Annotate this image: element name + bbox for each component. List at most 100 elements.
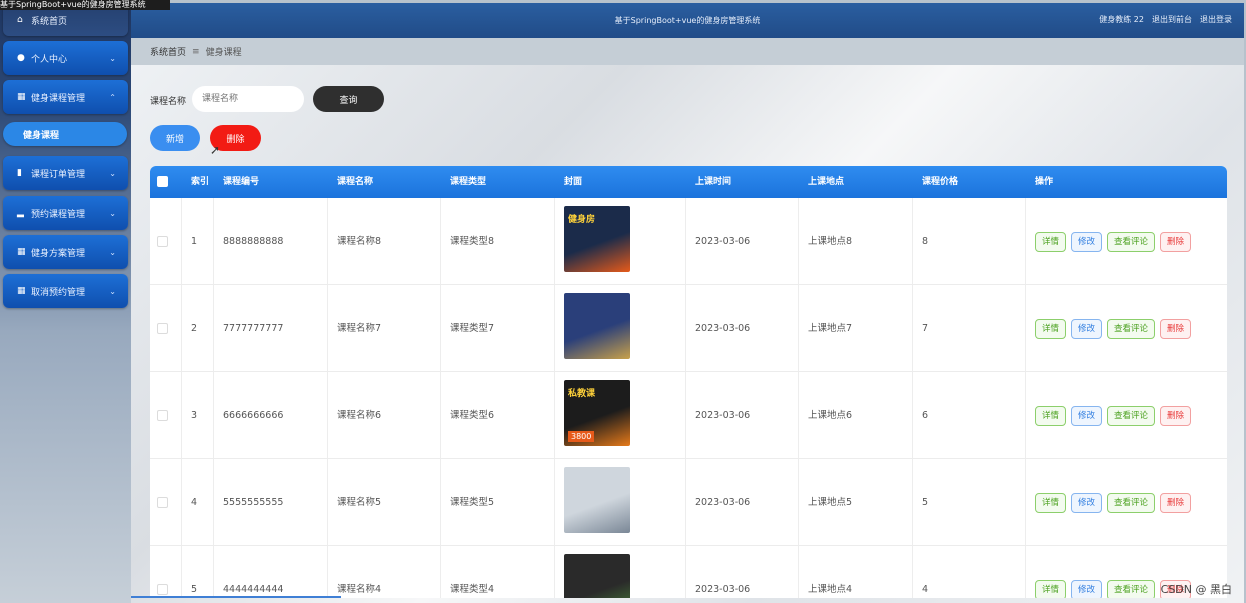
cell-code: 6666666666: [223, 410, 284, 421]
row-delete-button[interactable]: 删除: [1160, 319, 1192, 339]
grid-icon: ▦: [17, 286, 26, 296]
breadcrumb-home[interactable]: 系统首页: [150, 45, 186, 58]
table-row: 5 4444444444 课程名称4 课程类型4 2023-03-06 上课地点4 4 详情修…: [150, 546, 1227, 598]
cell-price: 4: [922, 584, 929, 595]
sidebar-item-label: 系统首页: [31, 16, 68, 27]
add-button[interactable]: 新增: [150, 125, 200, 151]
view-comments-button[interactable]: 查看评论: [1107, 406, 1156, 426]
top-header: 基于SpringBoot+vue的健身房管理系统 健身教练 22 退出到前台 退…: [131, 3, 1244, 38]
edit-button[interactable]: 修改: [1071, 232, 1103, 252]
chevron-down-icon: ⌄: [109, 247, 116, 257]
view-comments-button[interactable]: 查看评论: [1107, 580, 1156, 598]
cell-price: 8: [922, 236, 929, 247]
query-button[interactable]: 查询: [313, 86, 384, 112]
table-header: 索引 课程编号 课程名称 课程类型 封面 上课时间 上课地点 课程价格 操作: [150, 166, 1227, 198]
cell-index: 2: [191, 323, 198, 334]
user-icon: ●: [17, 53, 25, 63]
detail-button[interactable]: 详情: [1035, 580, 1067, 598]
grid-icon: ▦: [17, 247, 26, 257]
cell-index: 5: [191, 584, 198, 595]
header-actions: 操作: [1035, 177, 1054, 187]
row-checkbox[interactable]: [157, 236, 168, 247]
row-delete-button[interactable]: 删除: [1160, 232, 1192, 252]
chevron-down-icon: ⌄: [109, 168, 116, 178]
table-row: 4 5555555555 课程名称5 课程类型5 2023-03-06 上课地点5 5 详情修…: [150, 459, 1227, 546]
cover-image: [564, 467, 630, 533]
cell-time: 2023-03-06: [695, 410, 751, 421]
sidebar-item-fitness-course-management[interactable]: ▦ 健身课程管理 ⌃: [3, 80, 128, 114]
cover-image: 私教课 3800: [564, 380, 630, 446]
cell-type: 课程类型5: [450, 497, 495, 508]
cell-index: 1: [191, 236, 198, 247]
detail-button[interactable]: 详情: [1035, 406, 1067, 426]
row-delete-button[interactable]: 删除: [1160, 406, 1192, 426]
sidebar-item-booking-management[interactable]: ▂ 预约课程管理 ⌄: [3, 196, 128, 230]
logout-link[interactable]: 退出登录: [1200, 14, 1232, 25]
chevron-down-icon: ⌄: [109, 208, 116, 218]
row-delete-button[interactable]: 删除: [1160, 493, 1192, 513]
chevron-down-icon: ⌄: [109, 53, 116, 63]
chevron-up-icon: ⌃: [109, 92, 116, 102]
course-name-search-input[interactable]: [192, 86, 304, 112]
sidebar-item-label: 健身课程: [23, 130, 60, 141]
header-code: 课程编号: [223, 177, 260, 187]
cell-index: 4: [191, 497, 198, 508]
cell-code: 7777777777: [223, 323, 284, 334]
detail-button[interactable]: 详情: [1035, 493, 1067, 513]
header-name: 课程名称: [337, 177, 374, 187]
cell-name: 课程名称4: [337, 584, 382, 595]
view-comments-button[interactable]: 查看评论: [1107, 319, 1156, 339]
sidebar-item-label: 课程订单管理: [31, 169, 86, 180]
header-index: 索引: [191, 177, 210, 187]
cell-place: 上课地点6: [808, 410, 853, 421]
cell-place: 上课地点7: [808, 323, 853, 334]
cell-time: 2023-03-06: [695, 323, 751, 334]
chart-icon: ▂: [17, 208, 24, 218]
scrollbar[interactable]: [131, 596, 341, 598]
back-to-front-link[interactable]: 退出到前台: [1152, 14, 1192, 25]
window-title: 基于SpringBoot+vue的健身房管理系统: [0, 0, 170, 10]
home-icon: ⌂: [17, 15, 23, 25]
detail-button[interactable]: 详情: [1035, 319, 1067, 339]
sidebar-item-course-orders[interactable]: ▮ 课程订单管理 ⌄: [3, 156, 128, 190]
table-row: 2 7777777777 课程名称7 课程类型7 2023-03-06 上课地点7 7 详情修…: [150, 285, 1227, 372]
row-checkbox[interactable]: [157, 410, 168, 421]
cell-name: 课程名称6: [337, 410, 382, 421]
breadcrumb-current: 健身课程: [205, 48, 242, 58]
row-checkbox[interactable]: [157, 497, 168, 508]
select-all-checkbox[interactable]: [157, 176, 168, 187]
edit-button[interactable]: 修改: [1071, 493, 1103, 513]
cell-price: 5: [922, 497, 929, 508]
sidebar-item-personal-center[interactable]: ● 个人中心 ⌄: [3, 41, 128, 75]
header-title: 基于SpringBoot+vue的健身房管理系统: [614, 16, 761, 25]
search-label: 课程名称: [150, 97, 187, 107]
breadcrumb-separator: ≡: [192, 46, 200, 57]
cell-time: 2023-03-06: [695, 584, 751, 595]
table-row: 3 6666666666 课程名称6 课程类型6 2023-03-06 上课地点6 6 私教课…: [150, 372, 1227, 459]
cell-place: 上课地点4: [808, 584, 853, 595]
sidebar-item-cancel-booking[interactable]: ▦ 取消预约管理 ⌄: [3, 274, 128, 308]
detail-button[interactable]: 详情: [1035, 232, 1067, 252]
view-comments-button[interactable]: 查看评论: [1107, 493, 1156, 513]
watermark: CSDN @ 黑白: [1160, 583, 1232, 596]
sidebar-item-fitness-plan[interactable]: ▦ 健身方案管理 ⌄: [3, 235, 128, 269]
edit-button[interactable]: 修改: [1071, 319, 1103, 339]
grid-icon: ▦: [17, 92, 26, 102]
header-cover: 封面: [564, 177, 583, 187]
table-row: 1 8888888888 课程名称8 课程类型8 2023-03-06 上课地点8 8 健身房…: [150, 198, 1227, 285]
view-comments-button[interactable]: 查看评论: [1107, 232, 1156, 252]
header-price: 课程价格: [922, 177, 959, 187]
sidebar: ⌂ 系统首页 ● 个人中心 ⌄ ▦ 健身课程管理 ⌃ 健身课程 ▮ 课程订单管理…: [0, 0, 131, 603]
row-checkbox[interactable]: [157, 323, 168, 334]
header-type: 课程类型: [450, 177, 487, 187]
edit-button[interactable]: 修改: [1071, 580, 1103, 598]
sidebar-item-fitness-course[interactable]: 健身课程: [3, 122, 127, 146]
mouse-cursor-icon: ➚: [210, 143, 221, 157]
header-place: 上课地点: [808, 177, 845, 187]
sidebar-item-label: 健身方案管理: [31, 248, 86, 259]
row-checkbox[interactable]: [157, 584, 168, 595]
cover-text: 健身房: [568, 215, 596, 225]
edit-button[interactable]: 修改: [1071, 406, 1103, 426]
cover-image: 健身房: [564, 206, 630, 272]
cell-code: 5555555555: [223, 497, 284, 508]
